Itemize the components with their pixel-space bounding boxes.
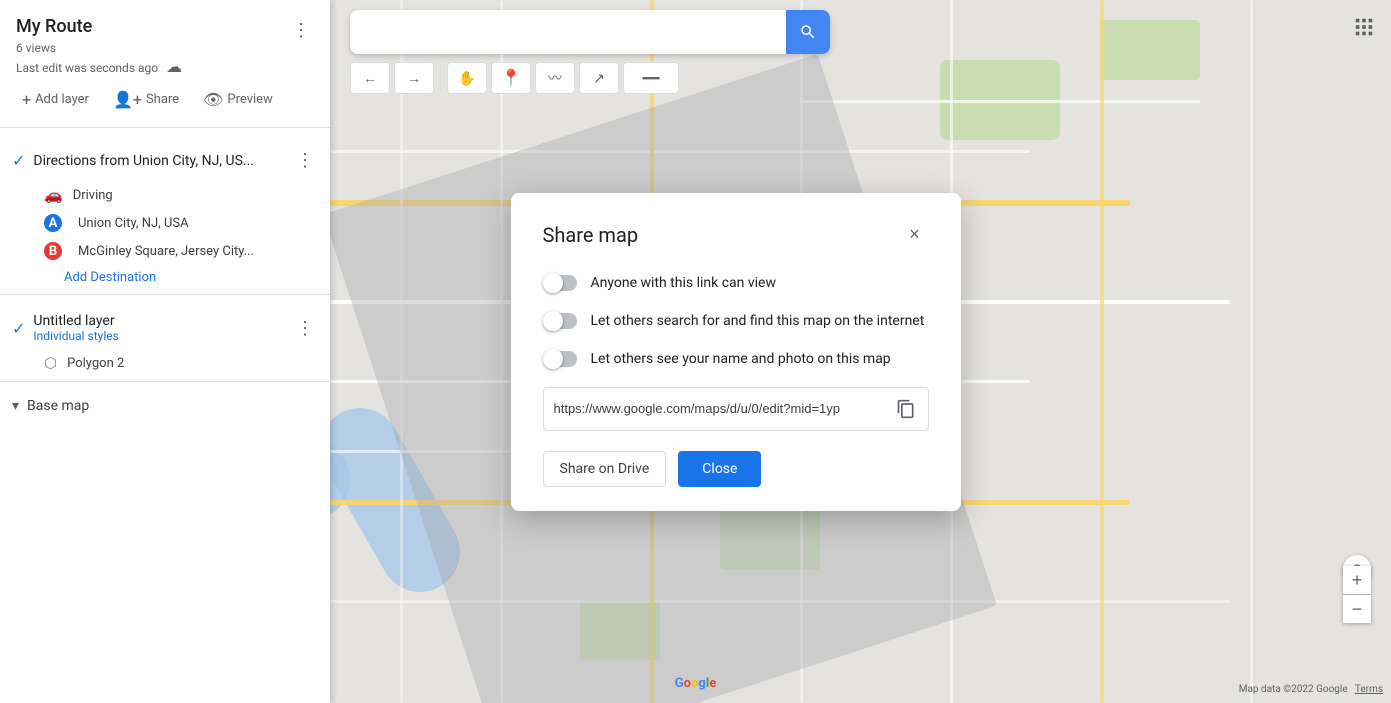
dialog-title: Share map bbox=[543, 223, 639, 247]
point-b-item[interactable]: B McGinley Square, Jersey City... bbox=[0, 237, 330, 265]
map-title: My Route bbox=[16, 16, 182, 37]
copy-url-button[interactable] bbox=[888, 391, 924, 427]
zoom-in-button[interactable]: + bbox=[1343, 566, 1371, 594]
grid-icon[interactable] bbox=[1353, 16, 1375, 43]
untitled-layer-checkbox[interactable]: ✓ bbox=[12, 319, 25, 338]
driving-label: Driving bbox=[73, 188, 113, 203]
toggle-row-2: Let others search for and find this map … bbox=[543, 311, 929, 331]
map-attribution: Map data ©2022 Google Terms bbox=[1239, 684, 1383, 695]
add-layer-button[interactable]: + Add layer bbox=[12, 84, 99, 115]
untitled-layer-header[interactable]: ✓ Untitled layer Individual styles ⋮ bbox=[0, 307, 330, 349]
untitled-layer-title: Untitled layer Individual styles bbox=[33, 313, 292, 343]
share-on-drive-button[interactable]: Share on Drive bbox=[543, 451, 667, 487]
polygon-2-label: Polygon 2 bbox=[67, 356, 124, 371]
copy-icon bbox=[896, 399, 916, 419]
sidebar: My Route 6 views Last edit was seconds a… bbox=[0, 0, 330, 703]
untitled-layer-menu[interactable]: ⋮ bbox=[292, 314, 318, 343]
untitled-layer: ✓ Untitled layer Individual styles ⋮ ⬡ P… bbox=[0, 303, 330, 381]
toggle-3-thumb bbox=[543, 349, 563, 369]
directions-layer-menu[interactable]: ⋮ bbox=[292, 146, 318, 175]
preview-button[interactable]: 👁 Preview bbox=[193, 84, 283, 115]
share-button[interactable]: 👤+ Share bbox=[103, 84, 189, 115]
directions-layer-checkbox[interactable]: ✓ bbox=[12, 151, 25, 170]
cloud-icon: ☁ bbox=[166, 57, 182, 76]
terms-link[interactable]: Terms bbox=[1355, 684, 1383, 695]
polygon-icon: ⬡ bbox=[44, 354, 57, 372]
line-button[interactable]: 〰 bbox=[535, 62, 575, 94]
close-dialog-button[interactable]: Close bbox=[678, 451, 761, 487]
toggle-1-label: Anyone with this link can view bbox=[591, 275, 776, 291]
search-icon bbox=[799, 23, 817, 41]
dialog-header: Share map × bbox=[543, 221, 929, 249]
direction-button[interactable]: ↗ bbox=[579, 62, 619, 94]
point-b-label: McGinley Square, Jersey City... bbox=[78, 244, 254, 259]
redo-button[interactable]: → bbox=[394, 62, 434, 94]
search-input[interactable] bbox=[362, 24, 786, 41]
google-logo: Google bbox=[675, 676, 716, 691]
toggle-row-3: Let others see your name and photo on th… bbox=[543, 349, 929, 369]
last-edit: Last edit was seconds ago bbox=[16, 61, 158, 75]
url-input[interactable] bbox=[554, 401, 880, 416]
toggle-3-label: Let others see your name and photo on th… bbox=[591, 351, 891, 367]
toggle-anyone-link[interactable] bbox=[543, 273, 579, 293]
toggle-2-thumb bbox=[543, 311, 563, 331]
dialog-actions: Share on Drive Close bbox=[543, 451, 929, 487]
share-dialog: Share map × Anyone with this link can vi… bbox=[511, 193, 961, 511]
undo-button[interactable]: ← bbox=[350, 62, 390, 94]
driving-item[interactable]: 🚗 Driving bbox=[0, 181, 330, 209]
sidebar-actions: + Add layer 👤+ Share 👁 Preview bbox=[0, 84, 330, 127]
point-b-icon: B bbox=[44, 242, 62, 260]
add-destination-link[interactable]: Add Destination bbox=[0, 265, 330, 290]
add-layer-icon: + bbox=[22, 90, 31, 109]
top-bar bbox=[350, 10, 1331, 54]
toolbar: ← → ✋ 📍 〰 ↗ ━━ bbox=[350, 62, 679, 94]
search-box bbox=[350, 10, 830, 54]
directions-layer-header[interactable]: ✓ Directions from Union City, NJ, US... … bbox=[0, 140, 330, 181]
search-button[interactable] bbox=[786, 10, 830, 54]
toggle-row-1: Anyone with this link can view bbox=[543, 273, 929, 293]
base-map-section[interactable]: ▾ Base map bbox=[0, 390, 330, 422]
driving-icon: 🚗 bbox=[44, 186, 63, 204]
marker-button[interactable]: 📍 bbox=[491, 62, 531, 94]
url-row bbox=[543, 387, 929, 431]
point-a-icon: A bbox=[44, 214, 62, 232]
directions-layer: ✓ Directions from Union City, NJ, US... … bbox=[0, 136, 330, 294]
toggle-1-thumb bbox=[543, 273, 563, 293]
zoom-out-button[interactable]: − bbox=[1343, 595, 1371, 623]
hand-tool-button[interactable]: ✋ bbox=[447, 62, 487, 94]
directions-layer-title: Directions from Union City, NJ, US... bbox=[33, 153, 292, 169]
share-icon: 👤+ bbox=[113, 90, 142, 109]
toggle-search[interactable] bbox=[543, 311, 579, 331]
sidebar-menu-dots[interactable]: ⋮ bbox=[288, 16, 314, 45]
point-a-item[interactable]: A Union City, NJ, USA bbox=[0, 209, 330, 237]
toggle-name-photo[interactable] bbox=[543, 349, 579, 369]
polygon-2-item[interactable]: ⬡ Polygon 2 bbox=[0, 349, 330, 377]
dialog-close-button[interactable]: × bbox=[901, 221, 929, 249]
sidebar-header: My Route 6 views Last edit was seconds a… bbox=[0, 0, 330, 84]
base-map-chevron-icon: ▾ bbox=[12, 398, 19, 414]
toggle-2-label: Let others search for and find this map … bbox=[591, 313, 925, 329]
preview-icon: 👁 bbox=[203, 90, 223, 109]
measure-button[interactable]: ━━ bbox=[623, 62, 679, 94]
view-count: 6 views bbox=[16, 41, 56, 55]
toolbar-sep-1 bbox=[440, 66, 441, 90]
zoom-controls: + − bbox=[1343, 566, 1371, 623]
base-map-label: Base map bbox=[27, 398, 89, 414]
point-a-label: Union City, NJ, USA bbox=[78, 216, 189, 231]
